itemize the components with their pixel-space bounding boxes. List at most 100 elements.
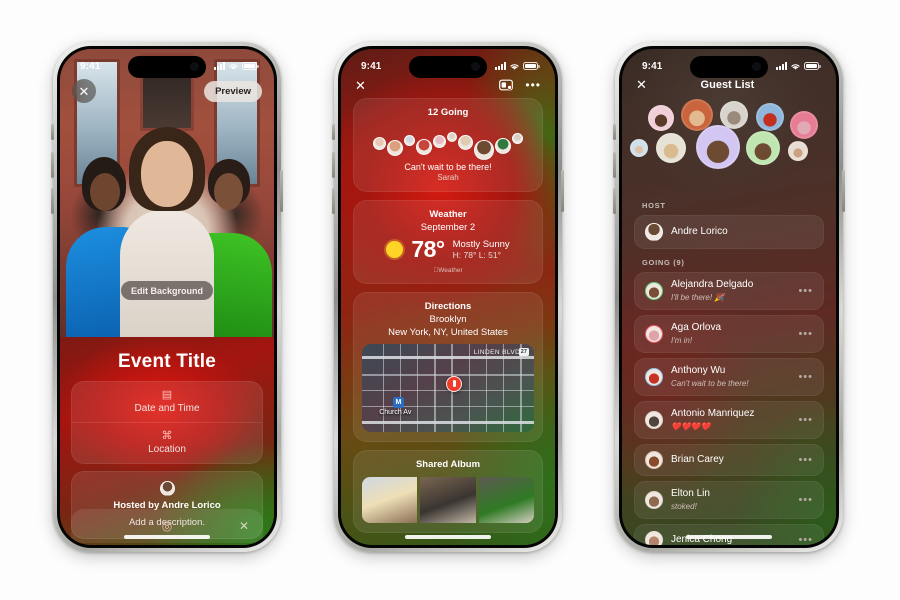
subway-station-icon: M <box>392 396 404 408</box>
volume-up-button[interactable] <box>332 152 335 178</box>
guest-text: Aga Orlova I'm in! <box>671 322 790 346</box>
directions-card[interactable]: Directions Brooklyn New York, NY, United… <box>353 292 543 442</box>
map-pin-icon[interactable] <box>446 375 463 392</box>
volume-up-button[interactable] <box>613 152 616 178</box>
avatar[interactable] <box>788 141 808 161</box>
home-indicator[interactable] <box>686 535 772 539</box>
dynamic-island <box>690 56 768 78</box>
avatar[interactable] <box>387 140 403 156</box>
avatar <box>645 325 663 343</box>
host-row[interactable]: Andre Lorico <box>634 215 824 249</box>
avatar[interactable] <box>433 135 446 148</box>
avatar[interactable] <box>512 133 523 144</box>
wallet-icon[interactable] <box>499 79 514 91</box>
avatar[interactable] <box>720 101 748 129</box>
avatar[interactable] <box>656 133 686 163</box>
more-icon[interactable]: ••• <box>798 494 813 506</box>
guest-row[interactable]: Anthony Wu Can't wait to be there! ••• <box>634 358 824 396</box>
more-icon[interactable]: ••• <box>798 534 813 545</box>
going-card[interactable]: 12 Going Can't wait to be there! Sarah <box>353 98 543 192</box>
preview-button[interactable]: Preview <box>204 80 262 102</box>
volume-down-button[interactable] <box>332 188 335 214</box>
shared-album-photos[interactable] <box>362 477 534 523</box>
map-station-label: Church Av <box>379 409 412 417</box>
volume-up-button[interactable] <box>51 152 54 178</box>
home-indicator[interactable] <box>405 535 491 539</box>
guest-row[interactable]: Aga Orlova I'm in! ••• <box>634 315 824 353</box>
avatar <box>645 368 663 386</box>
power-button[interactable] <box>842 170 845 212</box>
dismiss-icon[interactable]: ✕ <box>239 519 249 533</box>
more-icon[interactable]: ••• <box>798 371 813 383</box>
volume-down-button[interactable] <box>613 188 616 214</box>
close-button[interactable]: ✕ <box>72 79 96 103</box>
more-icon[interactable]: ••• <box>798 454 813 466</box>
avatar[interactable] <box>630 139 648 157</box>
avatar <box>645 451 663 469</box>
going-avatar-cluster[interactable] <box>362 124 534 160</box>
shared-album-card[interactable]: Shared Album <box>353 450 543 533</box>
mute-switch[interactable] <box>613 124 616 140</box>
guest-row[interactable]: Elton Lin stoked! ••• <box>634 481 824 519</box>
more-icon[interactable]: ••• <box>798 285 813 297</box>
status-indicators <box>214 62 259 71</box>
avatar[interactable] <box>404 135 415 146</box>
guest-row[interactable]: Antonio Manriquez ❤️❤️❤️❤️ ••• <box>634 401 824 439</box>
guest-rows[interactable]: Alejandra Delgado I'll be there! 🎉 ••• Aga … <box>622 272 836 545</box>
guest-avatar-cluster[interactable] <box>622 99 836 195</box>
avatar <box>645 411 663 429</box>
guest-text: Antonio Manriquez ❤️❤️❤️❤️ <box>671 408 790 432</box>
avatar[interactable] <box>474 140 494 160</box>
date-time-row[interactable]: ▤ Date and Time <box>72 382 262 422</box>
map-route-shield: 27 <box>518 348 529 357</box>
wifi-icon <box>229 63 238 70</box>
avatar[interactable] <box>373 137 386 150</box>
guest-text: Elton Lin stoked! <box>671 488 790 512</box>
album-photo[interactable] <box>420 477 476 523</box>
screen-event-detail: 9:41 ✕ ••• 12 Going Can't wait to be the… <box>341 49 555 545</box>
location-pin-icon: ⌘ <box>161 430 173 442</box>
close-icon[interactable]: ✕ <box>355 79 366 92</box>
host-avatar <box>159 481 175 496</box>
guest-name: Antonio Manriquez <box>671 408 755 419</box>
avatar[interactable] <box>447 132 457 142</box>
event-widgets-scroll[interactable]: 12 Going Can't wait to be there! Sarah W… <box>341 98 555 533</box>
avatar[interactable] <box>458 135 473 150</box>
avatar[interactable] <box>696 125 740 169</box>
album-photo[interactable] <box>362 477 418 523</box>
avatar <box>645 282 663 300</box>
camera-icon[interactable]: ◎ <box>162 519 172 533</box>
location-row[interactable]: ⌘ Location <box>72 422 262 463</box>
power-button[interactable] <box>280 170 283 212</box>
close-icon: ✕ <box>78 83 90 99</box>
more-icon[interactable]: ••• <box>525 78 541 92</box>
power-button[interactable] <box>561 170 564 212</box>
map-preview[interactable]: LINDEN BLVD 27 M Church Av <box>362 344 534 432</box>
guest-name: Aga Orlova <box>671 322 722 333</box>
weather-title: Weather <box>429 209 467 220</box>
going-section-label: GOING (9) <box>642 258 685 267</box>
edit-background-button[interactable]: Edit Background <box>120 281 214 300</box>
guest-row[interactable]: Alejandra Delgado I'll be there! 🎉 ••• <box>634 272 824 310</box>
device-bezel: 9:41 ✕ ••• 12 Going Can't wait to be the… <box>338 46 558 548</box>
home-indicator[interactable] <box>124 535 210 539</box>
volume-down-button[interactable] <box>51 188 54 214</box>
event-title-field[interactable]: Event Title <box>71 337 263 381</box>
weather-high-low: H: 78° L: 51° <box>452 250 502 260</box>
more-icon[interactable]: ••• <box>798 414 813 426</box>
avatar[interactable] <box>416 139 432 155</box>
avatar[interactable] <box>648 105 674 131</box>
shared-album-title: Shared Album <box>415 459 481 470</box>
guest-name: Anthony Wu <box>671 365 726 376</box>
weather-card[interactable]: Weather September 2 78° Mostly Sunny H: … <box>353 200 543 284</box>
avatar[interactable] <box>790 111 818 139</box>
guest-row[interactable]: Brian Carey ••• <box>634 444 824 476</box>
mute-switch[interactable] <box>51 124 54 140</box>
album-photo[interactable] <box>478 477 534 523</box>
avatar[interactable] <box>746 131 780 165</box>
guest-message: Can't wait to be there! <box>671 379 749 388</box>
avatar[interactable] <box>756 103 784 131</box>
avatar[interactable] <box>495 138 511 154</box>
more-icon[interactable]: ••• <box>798 328 813 340</box>
mute-switch[interactable] <box>332 124 335 140</box>
